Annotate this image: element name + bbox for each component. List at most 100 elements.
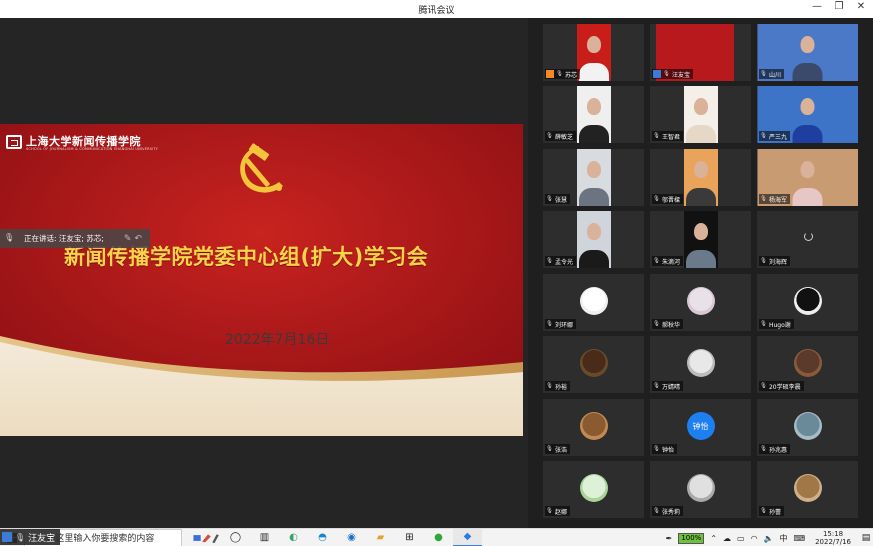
- window-controls: — ❐ ✕: [811, 1, 867, 12]
- participant-nametag: 🎙 张慧: [545, 194, 570, 204]
- close-icon[interactable]: ✕: [855, 1, 867, 12]
- participant-nametag: 🎙 郝秋华: [652, 319, 683, 329]
- participant-nametag: 🎙 孙蕾: [759, 506, 784, 516]
- browser-icon[interactable]: ◉: [337, 529, 366, 546]
- participant-nametag: 🎙 刘环娜: [545, 319, 576, 329]
- participant-tile[interactable]: 🎙 张浩: [543, 399, 644, 456]
- pen-icon[interactable]: ✒: [666, 534, 673, 543]
- microphone-icon: 🎙: [760, 446, 767, 452]
- participant-tile[interactable]: 🎙 朱滴河: [650, 211, 751, 268]
- clock[interactable]: 15:18 2022/7/16: [815, 530, 851, 546]
- restore-icon[interactable]: ❐: [833, 1, 845, 12]
- participant-tile[interactable]: 🎙 20学硕李晨: [757, 336, 858, 393]
- speaking-label: 正在讲话: 汪友宝; 苏芯;: [24, 234, 104, 243]
- participant-body: [578, 250, 609, 268]
- chevron-up-icon[interactable]: ⌃: [710, 534, 717, 543]
- participant-tile[interactable]: 钟怡 🎙 钟怡: [650, 399, 751, 456]
- participant-tile[interactable]: 🎙 苏芯: [543, 24, 644, 81]
- participant-nametag: 🎙 朱滴河: [652, 256, 683, 266]
- microphone-icon: 🎙: [546, 383, 553, 389]
- notification-icon[interactable]: ▤: [859, 529, 873, 546]
- wechat-icon[interactable]: ●: [424, 529, 453, 546]
- task-view-icon[interactable]: ◯: [221, 529, 250, 546]
- participant-tile[interactable]: 🎙 张秀莉: [650, 461, 751, 518]
- participant-body: [685, 188, 716, 206]
- hammer-sickle-icon: [240, 143, 283, 193]
- windows-taskbar: ⚲ 在这里输入你要搜索的内容 ◯ ▥ ◐ ◓ ◉ ▰ ⊞ ● ◆ ✒ 100% …: [0, 528, 873, 546]
- participant-tile[interactable]: 🎙 邬晋樑: [650, 149, 751, 206]
- file-explorer-icon[interactable]: ▰: [366, 529, 395, 546]
- participant-tile[interactable]: 🎙 张慧: [543, 149, 644, 206]
- participant-name: 孟令光: [554, 258, 573, 266]
- cloud-icon[interactable]: ☁: [723, 534, 731, 543]
- tencent-meeting-taskbar-icon[interactable]: ◆: [453, 528, 482, 546]
- taskbar-apps: ◯ ▥ ◐ ◓ ◉ ▰ ⊞ ● ◆: [192, 528, 482, 546]
- participant-name: 孙兆惠: [768, 446, 787, 454]
- annotation-tools[interactable]: ✎↶: [124, 234, 145, 244]
- participant-video: [683, 86, 718, 143]
- participant-tile[interactable]: 🎙 刘环娜: [543, 274, 644, 331]
- self-name-tag: 🎙 汪友宝: [0, 529, 61, 545]
- participant-nametag: 🎙 杨海军: [759, 194, 790, 204]
- wifi-icon[interactable]: ◠: [751, 534, 758, 543]
- participant-tile[interactable]: 🎙 刘海辉: [757, 211, 858, 268]
- participant-face: [586, 36, 601, 53]
- participant-tile[interactable]: 🎙 杨海军: [757, 149, 858, 206]
- microphone-icon: 🎙: [653, 196, 660, 202]
- participant-name: 杨海军: [768, 196, 787, 204]
- participant-nametag: 🎙 汪友宝: [652, 69, 693, 79]
- input-method-icon[interactable]: ⌨: [794, 534, 806, 543]
- participant-tile[interactable]: 🎙 孙兆惠: [757, 399, 858, 456]
- tencent-meeting-window: 腾讯会议 — ❐ ✕ 上海大学新闻传播学院 SCHOOL OF JOURNALI…: [0, 0, 873, 546]
- edge-beta-icon[interactable]: ◐: [279, 529, 308, 546]
- widgets-icon[interactable]: ▥: [250, 529, 279, 546]
- participant-tile[interactable]: 🎙 王智君: [650, 86, 751, 143]
- participant-name: 朱滴河: [661, 258, 680, 266]
- participant-tile[interactable]: 🎙 薛敏芝: [543, 86, 644, 143]
- participant-nametag: 🎙 万婧晴: [652, 381, 683, 391]
- microphone-icon: 🎙: [653, 446, 660, 452]
- participant-nametag: 🎙 钟怡: [652, 444, 677, 454]
- participant-tile[interactable]: 🎙 严三九: [757, 86, 858, 143]
- participant-avatar: [579, 349, 608, 377]
- participant-nametag: 🎙 张秀莉: [652, 506, 683, 516]
- participant-body: [578, 188, 609, 206]
- ime-indicator[interactable]: 中: [780, 533, 788, 544]
- participant-tile[interactable]: 🎙 Hugo谢: [757, 274, 858, 331]
- participant-body: [578, 63, 609, 81]
- participant-tile[interactable]: 🎙 赵娜: [543, 461, 644, 518]
- microphone-icon: 🎙: [653, 321, 660, 327]
- microphone-icon: 🎙: [546, 446, 553, 452]
- participant-body: [792, 63, 823, 81]
- microphone-icon: 🎙: [15, 532, 26, 542]
- participant-tile[interactable]: 🎙 孙蕾: [757, 461, 858, 518]
- avatar-text: 钟怡: [692, 421, 709, 431]
- undo-icon[interactable]: ↶: [134, 234, 145, 244]
- app-grid-icon[interactable]: ⊞: [395, 529, 424, 546]
- participant-name: 山川: [768, 71, 781, 79]
- network-icon[interactable]: ▭: [737, 534, 745, 543]
- microphone-icon: 🎙: [4, 232, 15, 242]
- minimize-icon[interactable]: —: [811, 1, 823, 12]
- participant-video: [683, 149, 718, 206]
- participant-tile[interactable]: 🎙 孙裕: [543, 336, 644, 393]
- presentation-slide: 上海大学新闻传播学院 SCHOOL OF JOURNALISM & COMMUN…: [0, 124, 523, 436]
- pinned-app-icon[interactable]: [192, 529, 221, 546]
- microphone-icon: 🎙: [653, 133, 660, 139]
- brush-icon[interactable]: ✎: [124, 234, 135, 244]
- search-placeholder: 在这里输入你要搜索的内容: [46, 534, 155, 544]
- user-icon: [2, 532, 12, 542]
- participant-tile[interactable]: 🎙 汪友宝: [650, 24, 751, 81]
- participant-nametag: 🎙 Hugo谢: [759, 319, 794, 329]
- participant-face: [586, 98, 601, 115]
- battery-indicator[interactable]: 100%: [678, 532, 705, 544]
- participant-tile[interactable]: 🎙 山川: [757, 24, 858, 81]
- microphone-icon: 🎙: [556, 71, 563, 77]
- participant-tile[interactable]: 🎙 孟令光: [543, 211, 644, 268]
- participant-tile[interactable]: 🎙 万婧晴: [650, 336, 751, 393]
- volume-icon[interactable]: 🔈: [764, 534, 774, 543]
- participant-name: 赵娜: [554, 508, 567, 516]
- microphone-icon: 🎙: [760, 508, 767, 514]
- edge-icon[interactable]: ◓: [308, 529, 337, 546]
- participant-tile[interactable]: 🎙 郝秋华: [650, 274, 751, 331]
